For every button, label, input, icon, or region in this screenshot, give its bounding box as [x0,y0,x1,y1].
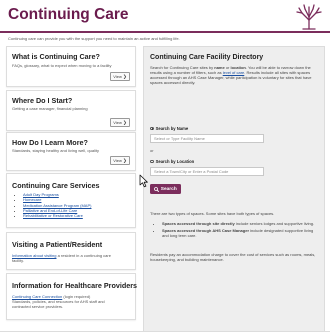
header-divider [0,31,330,33]
card-description: FAQs, glossary, what to expect when movi… [12,63,112,68]
list-item: Rehabilitative or Restorative Care [23,213,91,218]
card-description: Getting a case manager, financial planni… [12,106,88,111]
card-description-line2: facility. [12,258,24,263]
page-header: Continuing Care Continuing care can prov… [0,0,330,50]
list-item: Spaces accessed through site directly in… [162,221,320,226]
list-item: Spaces accessed through AHS Case Manager… [162,228,320,238]
view-learn-more-button[interactable]: View ❯ [110,156,130,165]
footer-divider [0,331,330,332]
card-visiting: Visiting a Patient/Resident Information … [6,232,136,270]
card-title: How Do I Learn More? [12,138,88,147]
page-title: Continuing Care [8,6,129,23]
view-what-is-button[interactable]: View ❯ [110,72,130,81]
search-icon [154,186,160,192]
service-link-map[interactable]: Medication Assistance Program (MAP) [23,203,91,208]
location-input[interactable]: Select a Town/City or Enter a Postal Cod… [150,167,264,176]
directory-title: Continuing Care Facility Directory [150,54,264,61]
accommodation-note: Residents pay an accommodation charge to… [150,252,316,263]
space-types-intro: There are two types of spaces. Some site… [150,211,275,216]
service-link-palliative[interactable]: Palliative and End-of-Life Care [23,208,77,213]
radio-unselected-icon [150,159,154,164]
search-button[interactable]: Search [150,184,181,194]
service-link-rehabilitative[interactable]: Rehabilitative or Restorative Care [23,213,83,218]
radio-selected-icon [150,126,154,131]
card-where-do-i-start: Where Do I Start? Getting a case manager… [6,90,136,131]
services-list: Adult Day Programs Homecare Medication A… [23,192,91,218]
search-by-name-radio[interactable]: Search by Name [150,126,188,131]
or-label: or [150,148,154,153]
mouse-cursor-icon [139,174,148,188]
card-how-do-i-learn-more: How Do I Learn More? Standards, staying … [6,132,136,171]
facility-directory-panel: Continuing Care Facility Directory Searc… [143,46,325,332]
card-title: Information for Healthcare Providers [12,281,138,290]
directory-intro: Search for Continuing Care sites by name… [150,65,312,86]
search-by-location-radio[interactable]: Search by Location [150,159,194,164]
card-title: Visiting a Patient/Resident [12,240,103,249]
tree-logo-icon [296,4,322,30]
space-types-list: Spaces accessed through site directly in… [156,221,320,240]
chevron-right-icon: ❯ [122,120,127,125]
card-title: Continuing Care Services [12,181,100,190]
card-title: What is Continuing Care? [12,52,100,61]
view-where-start-button[interactable]: View ❯ [110,118,130,127]
card-description: Standards, staying healthy and living we… [12,148,99,153]
facility-name-input[interactable]: Select or Type Facility Name [150,134,264,143]
card-title: Where Do I Start? [12,96,73,105]
card-healthcare-providers: Information for Healthcare Providers Con… [6,273,138,320]
service-link-homecare[interactable]: Homecare [23,197,41,202]
card-what-is-continuing-care: What is Continuing Care? FAQs, glossary,… [6,46,136,87]
card-continuing-care-services: Continuing Care Services Adult Day Progr… [6,173,136,228]
card-description-line3: contracted service providers. [12,304,64,309]
page-tagline: Continuing care can provide you with the… [8,36,180,41]
service-link-adult-day[interactable]: Adult Day Programs [23,192,59,197]
chevron-right-icon: ❯ [122,74,127,79]
card-description: Information about visiting a resident in… [12,253,111,258]
chevron-right-icon: ❯ [122,158,127,163]
